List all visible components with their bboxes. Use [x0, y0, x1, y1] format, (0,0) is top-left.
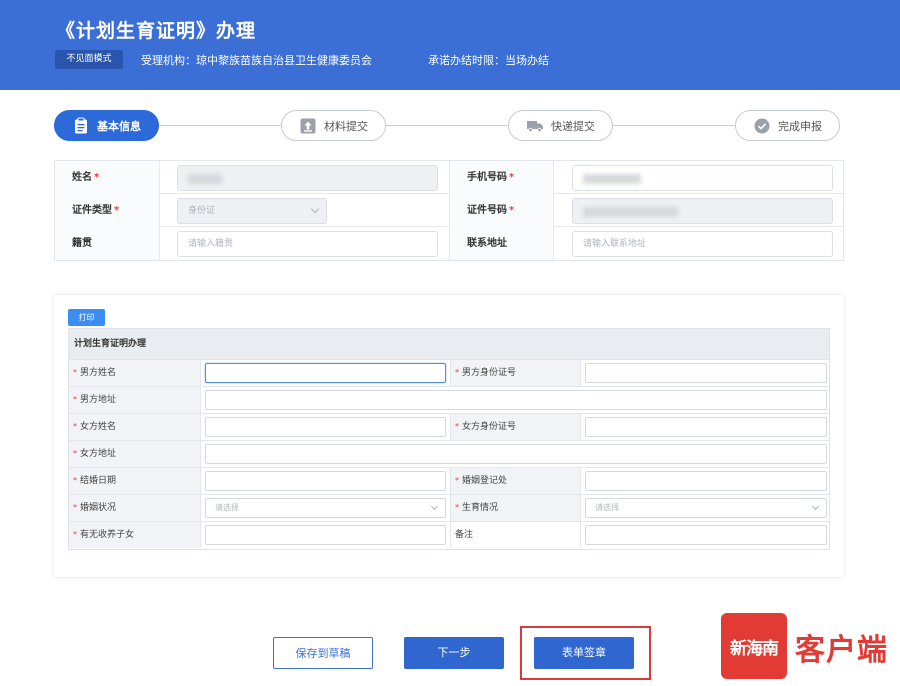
save-draft-button[interactable]: 保存到草稿	[273, 637, 373, 669]
deadline-info: 承诺办结时限：当场办结	[428, 54, 549, 67]
husband-id-input[interactable]	[585, 363, 827, 383]
adopted-children-label: * 有无收养子女	[69, 522, 201, 548]
certificate-form-table: 计划生育证明办理 * 男方姓名 * 男方身份证号 * 男方地址 * 女方姓名 * 女方身份…	[68, 328, 830, 550]
basic-row: 姓名 * 手机号码 *	[55, 161, 843, 194]
no-meeting-mode-button[interactable]: 不见面模式	[55, 50, 123, 69]
name-field[interactable]	[177, 165, 438, 191]
form-row: * 男方地址	[69, 387, 829, 414]
certificate-form-card: 打印 计划生育证明办理 * 男方姓名 * 男方身份证号 * 男方地址 * 女方姓名 * 女…	[54, 295, 844, 577]
adopted-children-input[interactable]	[205, 525, 446, 545]
husband-id-label: * 男方身份证号	[450, 360, 581, 386]
form-row: * 男方姓名 * 男方身份证号	[69, 360, 829, 387]
wife-name-input[interactable]	[205, 417, 446, 437]
address-label: 联系地址	[449, 227, 554, 260]
id-type-label: 证件类型 *	[55, 194, 160, 227]
step-basic-info[interactable]: 基本信息	[54, 110, 159, 141]
wife-address-label: * 女方地址	[69, 441, 201, 467]
clipboard-icon	[72, 117, 90, 135]
check-circle-icon	[753, 117, 771, 135]
birth-status-select[interactable]: 请选择	[585, 498, 827, 518]
step-complete[interactable]: 完成申报	[735, 110, 840, 141]
step-express-submit[interactable]: 快递提交	[508, 110, 613, 141]
form-row: * 女方地址	[69, 441, 829, 468]
remarks-input[interactable]	[585, 525, 827, 545]
marital-status-select[interactable]: 请选择	[205, 498, 446, 518]
step-label: 材料提交	[324, 119, 368, 133]
remarks-label: 备注	[450, 522, 581, 548]
form-row: * 女方姓名 * 女方身份证号	[69, 414, 829, 441]
basic-info-table: 姓名 * 手机号码 * 证件类型 * 身份证 证件号码 * 籍贯 请输入籍贯 联系地址 …	[54, 160, 844, 261]
phone-label: 手机号码 *	[449, 161, 554, 194]
form-row: * 有无收养子女 备注	[69, 522, 829, 549]
native-place-label: 籍贯	[55, 227, 160, 260]
marriage-office-input[interactable]	[585, 471, 827, 491]
agency-info: 受理机构：琼中黎族苗族自治县卫生健康委员会	[141, 54, 372, 67]
native-place-input[interactable]: 请输入籍贯	[177, 231, 438, 257]
marital-status-label: * 婚姻状况	[69, 495, 201, 521]
chevron-down-icon	[310, 204, 320, 214]
next-step-button[interactable]: 下一步	[404, 637, 504, 669]
steps-connector	[150, 125, 750, 126]
form-title: 计划生育证明办理	[69, 329, 829, 360]
print-button[interactable]: 打印	[68, 309, 105, 326]
name-label: 姓名 *	[55, 161, 160, 194]
page-header: 《计划生育证明》办理 不见面模式 受理机构：琼中黎族苗族自治县卫生健康委员会 承…	[0, 0, 900, 90]
chevron-down-icon	[430, 502, 439, 511]
wife-id-input[interactable]	[585, 417, 827, 437]
page-title: 《计划生育证明》办理	[56, 20, 257, 42]
basic-row: 证件类型 * 身份证 证件号码 *	[55, 194, 843, 227]
address-input[interactable]: 请输入联系地址	[572, 231, 833, 257]
husband-name-label: * 男方姓名	[69, 360, 201, 386]
marriage-office-label: * 婚姻登记处	[450, 468, 581, 494]
highlight-box	[520, 626, 651, 680]
form-row: * 婚姻状况 请选择 * 生育情况 请选择	[69, 495, 829, 522]
wife-name-label: * 女方姓名	[69, 414, 201, 440]
form-row: * 结婚日期 * 婚姻登记处	[69, 468, 829, 495]
chevron-down-icon	[811, 502, 820, 511]
marriage-date-input[interactable]	[205, 471, 446, 491]
watermark-logo: 新海南	[721, 613, 787, 679]
wife-address-input[interactable]	[205, 444, 827, 464]
marriage-date-label: * 结婚日期	[69, 468, 201, 494]
wife-id-label: * 女方身份证号	[450, 414, 581, 440]
husband-address-input[interactable]	[205, 390, 827, 410]
husband-address-label: * 男方地址	[69, 387, 201, 413]
upload-icon	[299, 117, 317, 135]
birth-status-label: * 生育情况	[450, 495, 581, 521]
id-number-field[interactable]	[572, 198, 833, 224]
truck-icon	[526, 117, 544, 135]
step-material-submit[interactable]: 材料提交	[281, 110, 386, 141]
step-label: 完成申报	[778, 119, 822, 133]
phone-field[interactable]	[572, 165, 833, 191]
id-number-label: 证件号码 *	[449, 194, 554, 227]
watermark-text: 客户端	[795, 633, 888, 668]
step-label: 快递提交	[551, 119, 595, 133]
step-label: 基本信息	[97, 119, 141, 133]
id-type-select[interactable]: 身份证	[177, 198, 327, 224]
basic-row: 籍贯 请输入籍贯 联系地址 请输入联系地址	[55, 227, 843, 260]
husband-name-input[interactable]	[205, 363, 446, 383]
